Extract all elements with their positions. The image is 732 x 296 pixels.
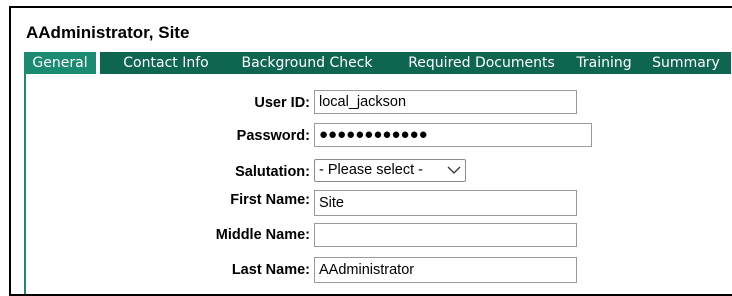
- password-field[interactable]: ●●●●●●●●●●●●: [314, 123, 592, 147]
- password-row: Password:: [26, 123, 310, 149]
- tab-summary[interactable]: Summary: [641, 52, 731, 74]
- salutation-selected-value: - Please select -: [319, 162, 423, 178]
- salutation-label: Salutation:: [235, 164, 310, 180]
- middle-name-field[interactable]: [314, 223, 577, 247]
- middle-name-label: Middle Name:: [215, 227, 310, 243]
- last-name-row: Last Name:: [26, 257, 310, 283]
- first-name-label: First Name:: [230, 192, 310, 208]
- last-name-label: Last Name:: [231, 262, 310, 278]
- last-name-field[interactable]: AAdministrator: [314, 257, 577, 283]
- chevron-down-icon: [447, 166, 461, 174]
- tab-required-documents[interactable]: Required Documents: [379, 52, 584, 74]
- tab-general[interactable]: General: [24, 52, 96, 74]
- tab-training[interactable]: Training: [564, 52, 644, 74]
- general-panel: User ID: local_jackson Password: ●●●●●●●…: [24, 74, 732, 294]
- first-name-field[interactable]: Site: [314, 190, 577, 216]
- middle-name-row: Middle Name:: [26, 222, 310, 248]
- page-title: AAdministrator, Site: [26, 23, 190, 42]
- tab-contact-info[interactable]: Contact Info: [100, 52, 232, 74]
- user-id-row: User ID:: [26, 90, 310, 116]
- salutation-row: Salutation:: [26, 159, 310, 185]
- password-label: Password:: [236, 128, 310, 144]
- tab-background-check[interactable]: Background Check: [215, 52, 399, 74]
- user-id-field[interactable]: local_jackson: [314, 90, 577, 114]
- user-id-label: User ID:: [254, 95, 310, 111]
- salutation-select[interactable]: - Please select -: [314, 159, 466, 182]
- first-name-row: First Name:: [26, 187, 310, 213]
